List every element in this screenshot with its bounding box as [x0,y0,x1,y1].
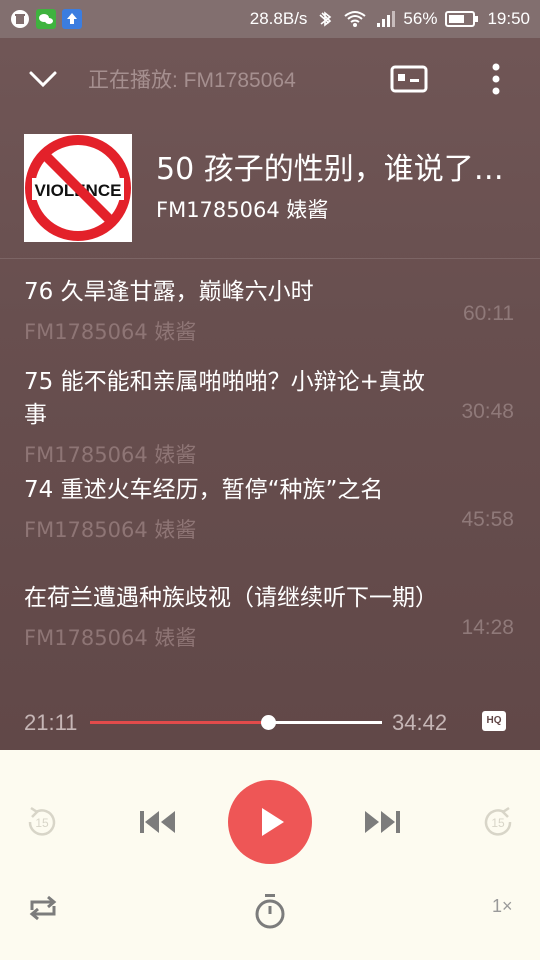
list-item-duration: 60:11 [463,302,514,325]
total-time: 34:42 [392,710,448,735]
list-item-duration: 14:28 [461,616,514,639]
play-button[interactable] [228,780,312,864]
more-options-icon[interactable] [486,62,506,96]
rewind-15-icon[interactable]: 15 [22,802,62,842]
forward-15-icon[interactable]: 15 [478,802,518,842]
list-item-title: 75 能不能和亲属啪啪啪？小辩论+真故事 [24,369,425,428]
seek-fill [90,721,269,724]
battery-icon [445,11,479,27]
repeat-icon[interactable] [26,892,60,924]
list-item[interactable]: 76 久旱逢甘露，巅峰六小时 FM1785064 婊酱 60:11 [0,276,540,352]
chevron-down-icon[interactable] [26,62,60,96]
signal-icon [377,11,396,27]
next-icon[interactable] [362,808,402,836]
rewind-label: 15 [35,816,49,830]
bluetooth-muted-icon [319,11,332,27]
now-playing-label: 正在播放: FM1785064 [88,69,296,92]
episode-title: 50 孩子的性别，谁说了算？ [156,152,520,187]
trash-icon [10,9,30,29]
list-item-title: 74 重述火车经历，暂停“种族”之名 [24,477,384,503]
previous-icon[interactable] [138,808,178,836]
list-item[interactable]: 75 能不能和亲属啪啪啪？小辩论+真故事 FM1785064 婊酱 30:48 [0,366,540,474]
upload-icon [62,9,82,29]
network-speed: 28.8B/s [249,9,308,28]
player-top-bar: 正在播放: FM1785064 [0,38,540,118]
forward-label: 15 [491,816,505,830]
list-item-duration: 30:48 [461,400,514,423]
playback-controls: 15 15 1× [0,750,540,960]
hq-toggle[interactable]: HQ [482,711,506,731]
seek-track[interactable] [90,715,382,730]
battery-percent: 56% [403,9,438,28]
progress-bar: 21:11 34:42 HQ [0,702,540,742]
list-item-title: 在荷兰遭遇种族歧视（请继续听下一期） [24,585,438,611]
clock: 19:50 [487,9,530,28]
list-item-title: 76 久旱逢甘露，巅峰六小时 [24,279,314,305]
player-panel: 正在播放: FM1785064 VIOLENCE 50 孩子的性别，谁说了算？ … [0,38,540,750]
play-icon [262,808,284,836]
playlist: 76 久旱逢甘露，巅峰六小时 FM1785064 婊酱 60:11 75 能不能… [0,276,540,690]
list-item[interactable]: 74 重述火车经历，暂停“种族”之名 FM1785064 婊酱 45:58 [0,474,540,582]
current-time: 21:11 [24,710,78,735]
list-item-author: FM1785064 婊酱 [24,443,197,467]
cast-icon[interactable] [390,64,428,94]
divider [0,258,540,259]
list-item-duration: 45:58 [461,508,514,531]
seek-handle[interactable] [261,715,277,730]
wifi-icon [344,11,367,27]
wechat-icon [36,9,56,29]
status-bar: 28.8B/s 56% 19:50 [0,0,540,38]
episode-cover: VIOLENCE [24,134,132,242]
list-item[interactable]: 在荷兰遭遇种族歧视（请继续听下一期） FM1785064 婊酱 14:28 [0,582,540,690]
episode-author: FM1785064 婊酱 [156,198,329,222]
current-episode: VIOLENCE 50 孩子的性别，谁说了算？ FM1785064 婊酱 [0,130,540,260]
sleep-timer-icon[interactable] [252,892,288,930]
playback-speed[interactable]: 1× [492,896,513,917]
